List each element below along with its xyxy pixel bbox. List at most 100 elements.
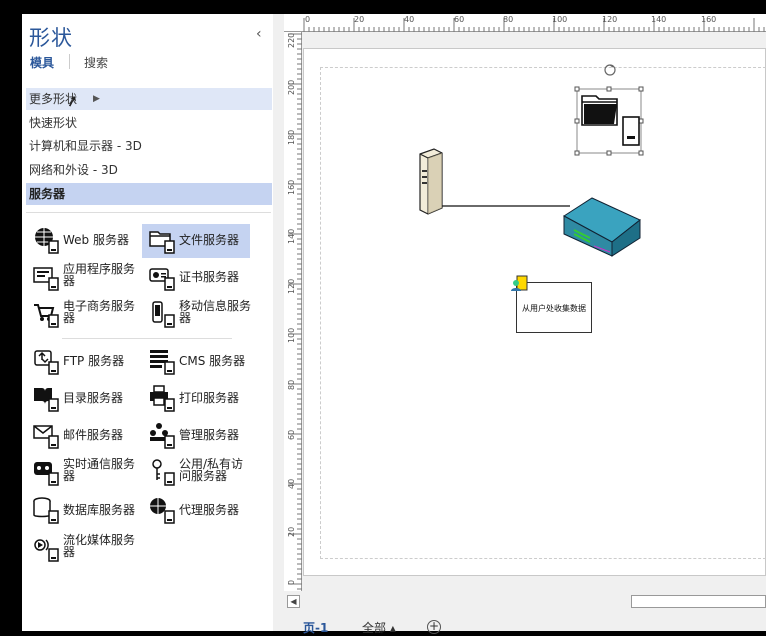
mobile-server-icon <box>152 301 175 328</box>
tab-stencils[interactable]: 模具 <box>30 54 54 71</box>
tab-separator <box>69 54 70 69</box>
ruler-label: 60 <box>287 429 296 440</box>
menu-computers-3d[interactable]: 计算机和显示器 - 3D <box>26 135 272 157</box>
app-server-icon <box>33 267 59 291</box>
shape-label: 管理服务器 <box>179 428 240 442</box>
mouse-cursor-icon: ➚ <box>63 90 81 112</box>
pane-divider <box>26 212 271 213</box>
shape-certificate-server[interactable]: 证书服务器 <box>142 261 250 295</box>
ruler-label: 100 <box>287 327 296 343</box>
add-page-button[interactable]: + <box>427 620 441 634</box>
ruler-label: 20 <box>287 526 296 537</box>
ruler-label: 100 <box>552 15 568 24</box>
ruler-label: 120 <box>602 15 618 24</box>
tab-all-label: 全部 <box>362 621 387 635</box>
menu-quick-shapes[interactable]: 快速形状 <box>26 112 272 134</box>
scroll-left-button[interactable]: ◀ <box>287 595 300 608</box>
im-server-icon <box>34 462 59 486</box>
collapse-pane-button[interactable]: ‹ <box>256 26 262 42</box>
shape-cms-server[interactable]: CMS 服务器 <box>142 345 250 379</box>
shape-database-server[interactable]: 数据库服务器 <box>26 494 135 528</box>
cart-server-icon <box>34 304 59 328</box>
menu-item-label: 网络和外设 - 3D <box>29 163 118 177</box>
server-tower-shape[interactable] <box>416 148 444 216</box>
mail-server-icon <box>33 425 59 449</box>
streaming-server-icon <box>34 539 59 562</box>
shape-label: 公用/私有访问服务器 <box>179 457 244 483</box>
shape-app-server[interactable]: 应用程序服务器 <box>26 261 135 295</box>
shape-im-server[interactable]: 实时通信服务器 <box>26 456 135 490</box>
shape-ftp-server[interactable]: FTP 服务器 <box>26 345 134 379</box>
globe-server-icon <box>35 228 59 254</box>
key-server-icon <box>152 459 175 486</box>
shape-label: CMS 服务器 <box>179 354 246 368</box>
ruler-label: 220 <box>287 32 296 48</box>
selected-file-server-shape[interactable] <box>574 62 646 158</box>
pane-divider <box>62 338 232 339</box>
shape-management-server[interactable]: 管理服务器 <box>142 419 250 453</box>
ruler-label: 60 <box>454 15 465 24</box>
menu-more-shapes[interactable]: 更多形状 ▶ ➚ <box>26 88 272 111</box>
print-server-icon <box>150 385 175 412</box>
shape-web-server[interactable]: Web 服务器 <box>26 224 134 258</box>
cms-server-icon <box>150 350 175 375</box>
shape-file-server[interactable]: 文件服务器 <box>142 224 250 258</box>
pane-title: 形状 <box>29 26 73 50</box>
connector-line[interactable] <box>440 190 580 230</box>
ruler-label: 80 <box>503 15 514 24</box>
router-shape[interactable] <box>560 196 642 262</box>
shape-streaming-server[interactable]: 流化媒体服务器 <box>26 532 135 566</box>
directory-server-icon <box>34 388 59 412</box>
menu-item-label: 计算机和显示器 - 3D <box>29 139 142 153</box>
ruler-label: 0 <box>287 579 296 585</box>
shape-mobile-server[interactable]: 移动信息服务器 <box>142 298 251 332</box>
shape-mail-server[interactable]: 邮件服务器 <box>26 419 134 453</box>
page-tabs-bar <box>284 614 766 631</box>
shape-label: 电子商务服务器 <box>63 299 136 325</box>
user-data-icon <box>511 275 528 291</box>
shape-label: 证书服务器 <box>179 270 240 284</box>
tab-all-pages[interactable]: 全部 ▴ <box>362 619 396 636</box>
management-server-icon <box>150 423 175 449</box>
folder-server-icon <box>149 231 175 254</box>
note-text: 从用户处收集数据 <box>522 304 586 313</box>
shape-label: Web 服务器 <box>63 233 129 247</box>
shape-label: 流化媒体服务器 <box>63 533 136 559</box>
ruler-label: 180 <box>287 129 296 145</box>
scrollbar-thumb[interactable] <box>631 595 766 608</box>
ruler-label: 200 <box>287 79 296 95</box>
chevron-up-icon: ▴ <box>389 621 396 635</box>
ruler-ticks <box>288 33 302 590</box>
submenu-arrow-icon: ▶ <box>93 94 100 104</box>
ruler-label: 40 <box>287 478 296 489</box>
menu-network-3d[interactable]: 网络和外设 - 3D <box>26 159 272 181</box>
shape-label: 代理服务器 <box>179 503 240 517</box>
menu-servers[interactable]: 服务器 <box>26 183 272 205</box>
certificate-server-icon <box>149 268 175 291</box>
proxy-server-icon <box>150 498 175 524</box>
ruler-label: 80 <box>287 379 296 390</box>
shape-label: 目录服务器 <box>63 391 124 405</box>
vertical-ruler[interactable]: 220 200 180 160 140 120 100 80 60 40 20 … <box>284 32 302 591</box>
ruler-label: 160 <box>287 179 296 195</box>
menu-item-label: 快速形状 <box>29 116 78 130</box>
shape-directory-server[interactable]: 目录服务器 <box>26 382 134 416</box>
visio-window: 形状 ‹ 模具 搜索 更多形状 ▶ ➚ 快速形状 计算机和显示器 - 3D 网络… <box>0 0 766 635</box>
shape-label: 文件服务器 <box>179 233 240 247</box>
shape-label: 应用程序服务器 <box>63 262 136 288</box>
ruler-label: 140 <box>651 15 667 24</box>
ftp-server-icon <box>34 350 59 375</box>
shape-access-server[interactable]: 公用/私有访问服务器 <box>142 456 250 490</box>
ruler-label: 40 <box>404 15 415 24</box>
shape-label: FTP 服务器 <box>63 354 125 368</box>
menu-item-label: 服务器 <box>29 187 66 201</box>
horizontal-ruler[interactable]: 0 20 40 60 80 100 120 140 160 <box>284 14 766 32</box>
shape-print-server[interactable]: 打印服务器 <box>142 382 250 416</box>
tab-page-1[interactable]: 页-1 <box>303 619 328 636</box>
shape-ecommerce-server[interactable]: 电子商务服务器 <box>26 298 135 332</box>
tab-search[interactable]: 搜索 <box>84 54 108 71</box>
shape-label: 打印服务器 <box>179 391 240 405</box>
ruler-label: 0 <box>305 15 311 24</box>
ruler-label: 120 <box>287 278 296 294</box>
shape-proxy-server[interactable]: 代理服务器 <box>142 494 250 528</box>
